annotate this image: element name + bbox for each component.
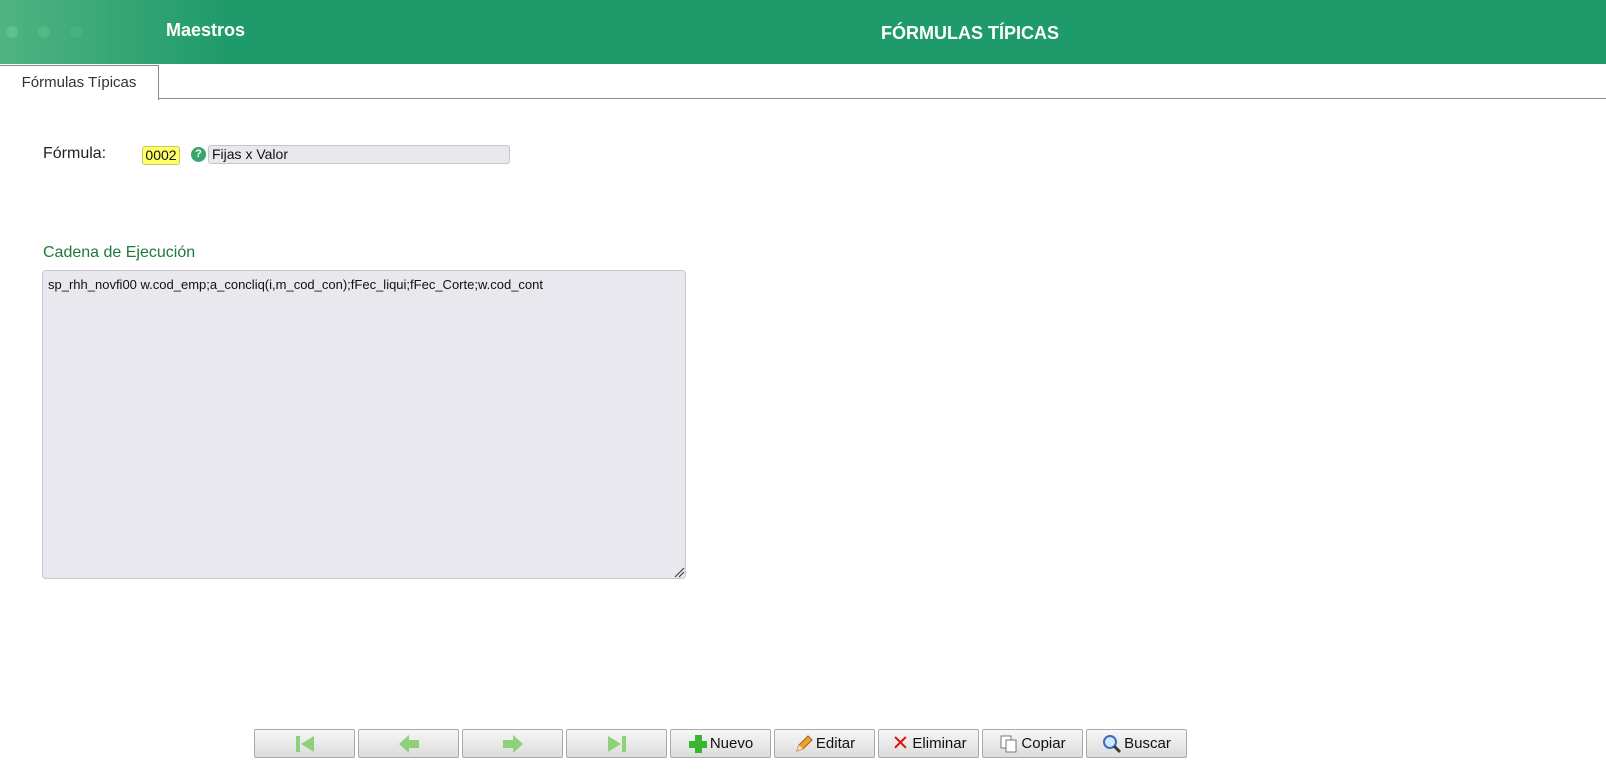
- add-icon: [688, 734, 708, 754]
- resize-grip-icon[interactable]: [673, 566, 685, 578]
- app-title[interactable]: Maestros: [166, 20, 245, 41]
- first-record-button[interactable]: [254, 729, 355, 758]
- top-header-bar: Maestros FÓRMULAS TÍPICAS: [0, 0, 1606, 64]
- tab-formulas-tipicas[interactable]: Fórmulas Típicas: [0, 65, 159, 100]
- delete-button[interactable]: ✕ Eliminar: [878, 729, 979, 758]
- next-record-icon: [501, 734, 525, 754]
- delete-button-label: Eliminar: [912, 735, 967, 752]
- page-title: FÓRMULAS TÍPICAS: [881, 23, 1059, 43]
- formula-name-field[interactable]: Fijas x Valor: [208, 145, 510, 164]
- edit-button[interactable]: Editar: [774, 729, 875, 758]
- delete-icon: ✕: [891, 731, 910, 755]
- search-icon: [1102, 734, 1122, 754]
- previous-record-button[interactable]: [358, 729, 459, 758]
- next-record-button[interactable]: [462, 729, 563, 758]
- execution-section-title: Cadena de Ejecución: [43, 244, 196, 261]
- previous-record-icon: [397, 734, 421, 754]
- window-dot-icon: [6, 26, 18, 38]
- edit-button-label: Editar: [815, 735, 856, 752]
- search-button[interactable]: Buscar: [1086, 729, 1187, 758]
- window-dot-icon: [70, 26, 82, 38]
- first-record-icon: [294, 734, 316, 754]
- formula-label: Fórmula:: [43, 145, 107, 162]
- copy-icon: [999, 734, 1019, 754]
- copy-button[interactable]: Copiar: [982, 729, 1083, 758]
- new-button[interactable]: Nuevo: [670, 729, 771, 758]
- pencil-icon: [794, 734, 814, 754]
- window-dot-icon: [38, 26, 50, 38]
- help-icon[interactable]: ?: [191, 147, 206, 162]
- search-button-label: Buscar: [1124, 735, 1171, 752]
- last-record-button[interactable]: [566, 729, 667, 758]
- copy-button-label: Copiar: [1021, 735, 1066, 752]
- formula-code-field[interactable]: 0002: [142, 146, 180, 165]
- last-record-icon: [606, 734, 628, 754]
- tab-divider: [0, 98, 1606, 99]
- execution-string-textarea[interactable]: sp_rhh_novfi00 w.cod_emp;a_concliq(i,m_c…: [42, 270, 686, 579]
- new-button-label: Nuevo: [709, 735, 754, 752]
- record-toolbar: Nuevo Editar ✕ Eliminar Copiar Buscar: [254, 729, 1194, 758]
